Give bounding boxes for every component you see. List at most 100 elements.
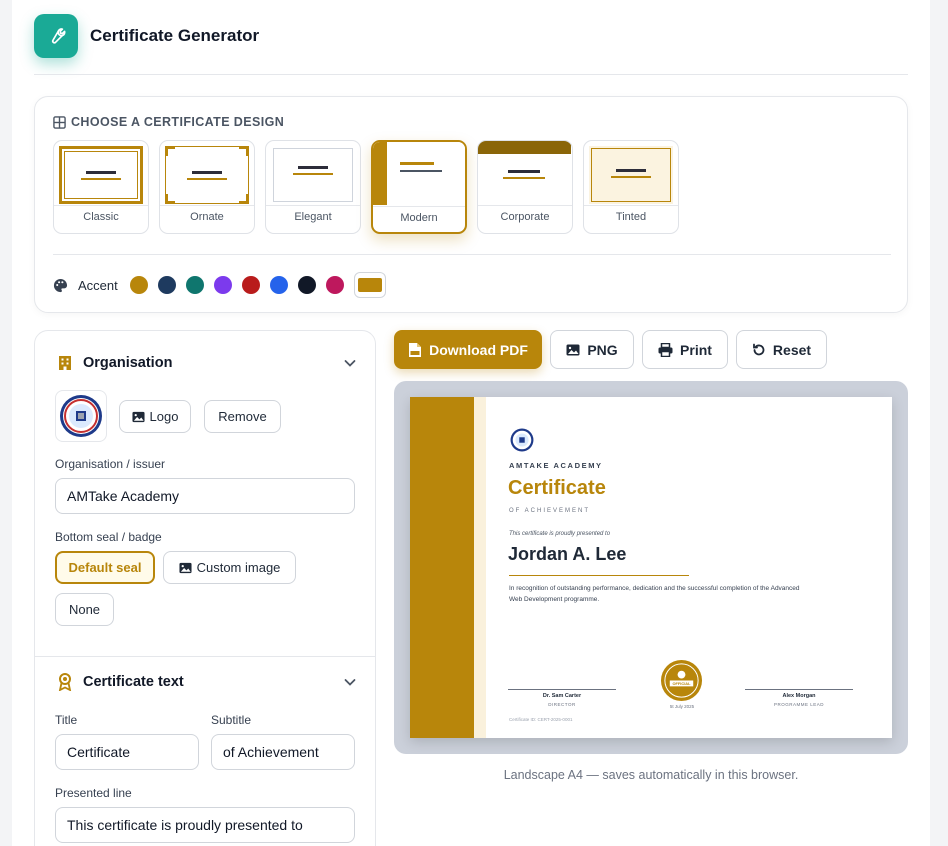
design-chooser-panel: CHOOSE A CERTIFICATE DESIGN Classic Orna… [34,96,908,313]
certificate-preview: AMTAKE ACADEMY Certificate OF ACHIEVEMEN… [410,397,892,738]
printer-icon [658,342,673,357]
certificate-text-section-header[interactable]: Certificate text [35,667,375,697]
presented-input[interactable]: This certificate is proudly presented to [55,807,355,843]
academy-logo-icon [60,395,102,437]
custom-seal-button[interactable]: Custom image [163,551,296,584]
design-tile-corporate[interactable]: Corporate [477,140,573,234]
accent-label: Accent [78,277,118,293]
logo-button-label: Logo [149,409,179,424]
signatory-left-name: Dr. Sam Carter [542,693,582,699]
design-heading: CHOOSE A CERTIFICATE DESIGN [53,115,284,129]
design-tile-tinted[interactable]: Tinted [583,140,679,234]
accent-swatch[interactable] [213,276,232,294]
design-heading-label: CHOOSE A CERTIFICATE DESIGN [71,115,285,129]
certificate-text-section-title: Certificate text [83,674,184,690]
corporate-thumbnail [478,141,571,204]
title-input[interactable]: Certificate [55,734,199,770]
accent-swatch[interactable] [185,276,204,294]
section-divider [35,656,375,657]
subtitle-input[interactable]: of Achievement [211,734,355,770]
print-button[interactable]: Print [642,330,728,369]
title-label: Title [55,713,78,727]
app-header: Certificate Generator [12,0,930,76]
pdf-file-icon [409,342,422,357]
custom-color-preview [357,278,382,292]
classic-thumbnail [59,146,143,204]
header-divider [34,74,908,75]
no-seal-button[interactable]: None [55,593,114,626]
settings-panel: Organisation Logo Remove Organisation / … [34,330,376,846]
custom-color-picker[interactable] [353,272,386,298]
award-icon [55,672,75,692]
signature-line-left [508,689,616,690]
default-seal-button[interactable]: Default seal [55,551,155,584]
remove-button-label: Remove [218,409,267,424]
chevron-down-icon[interactable] [343,356,357,370]
design-tile-label: Corporate [500,211,550,223]
png-label: PNG [587,341,618,358]
custom-seal-label: Custom image [196,560,281,575]
upload-logo-button[interactable]: Logo [119,400,191,433]
chevron-down-icon[interactable] [343,675,357,689]
download-pdf-label: Download PDF [429,341,528,358]
accent-divider [53,254,891,255]
accent-swatches [129,276,344,294]
image-icon [179,562,192,573]
image-icon [566,344,580,355]
modern-thumbnail [373,142,465,205]
reset-button[interactable]: Reset [736,330,827,369]
remove-logo-button[interactable]: Remove [204,400,281,433]
certificate-date: 5t July 2025 [669,704,695,709]
issuer-label: Organisation / issuer [55,457,166,471]
palette-icon [53,278,68,292]
organisation-section-title: Organisation [83,355,173,371]
design-tile-ornate[interactable]: Ornate [159,140,255,234]
accent-band [410,397,474,738]
issuer-input[interactable]: AMTake Academy [55,478,355,514]
design-tile-label: Elegant [294,211,332,223]
recipient-name: Jordan A. Lee [508,544,627,564]
ornate-thumbnail [165,146,249,204]
design-tile-label: Tinted [615,211,647,223]
signatory-right-role: PROGRAMME LEAD [773,702,824,707]
organisation-section-header[interactable]: Organisation [35,348,375,378]
accent-swatch[interactable] [297,276,316,294]
seal-text: OFFICIAL [673,681,692,686]
design-tile-modern[interactable]: Modern [371,140,467,234]
reset-icon [753,343,765,355]
elegant-thumbnail [271,146,355,204]
name-underline [509,575,689,576]
accent-swatch[interactable] [325,276,344,294]
seal-label: Bottom seal / badge [55,530,162,544]
design-tile-label: Classic [83,211,119,223]
app-title: Certificate Generator [90,26,260,45]
signature-line-right [745,689,853,690]
organisation-logo-thumbnail [55,390,107,442]
design-tile-classic[interactable]: Classic [53,140,149,234]
certificate-presented-line: This certificate is proudly presented to [509,531,611,537]
wrench-icon [34,14,78,58]
signatory-right-name: Alex Morgan [782,693,816,699]
certificate-title: Certificate [508,477,606,499]
download-pdf-button[interactable]: Download PDF [394,330,542,369]
image-icon [131,411,145,422]
design-tiles: Classic Ornate Elegant Modern Corporate … [53,140,679,234]
signatory-left-role: DIRECTOR [548,702,576,707]
design-tile-elegant[interactable]: Elegant [265,140,361,234]
accent-picker: Accent [53,272,386,298]
presented-label: Presented line [55,786,132,800]
accent-swatch[interactable] [129,276,148,294]
certificate-subtitle: OF ACHIEVEMENT [509,508,591,514]
print-label: Print [680,341,712,358]
app-container: Certificate Generator CHOOSE A CERTIFICA… [12,0,930,846]
accent-swatch[interactable] [241,276,260,294]
reset-label: Reset [772,341,812,358]
accent-swatch[interactable] [157,276,176,294]
grid-icon [53,115,66,129]
building-icon [55,353,75,373]
png-button[interactable]: PNG [550,330,634,369]
certificate-preview-frame: AMTAKE ACADEMY Certificate OF ACHIEVEMEN… [394,381,908,754]
academy-logo-icon [510,428,534,452]
certificate-org: AMTAKE ACADEMY [509,461,603,470]
accent-swatch[interactable] [269,276,288,294]
